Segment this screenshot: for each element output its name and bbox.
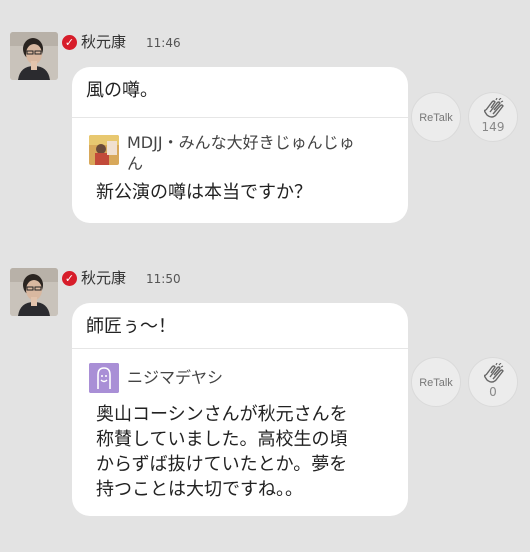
clap-button[interactable]: 0	[468, 357, 518, 407]
message-card[interactable]: 風の噂。 MDJJ・みんな大好きじゅんじゅ ん 新公演の噂は本当ですか？	[72, 67, 408, 223]
quote-avatar[interactable]	[89, 135, 119, 165]
post-time: 11:50	[146, 272, 181, 286]
retalk-button[interactable]: ReTalk	[411, 92, 461, 142]
author-name[interactable]: 秋元康	[81, 268, 126, 288]
clap-count: 149	[481, 120, 505, 134]
quote-author-name[interactable]: ニジマデヤシ	[127, 367, 223, 388]
quote-text: 新公演の噂は本当ですか？	[96, 182, 312, 203]
verified-badge-icon: ✓	[62, 271, 77, 286]
clapping-hands-icon	[483, 98, 504, 118]
message-card[interactable]: 師匠ぅ～！ ニジマデヤシ 奥山コーシンさんが秋元さんを 称賛していました。高校生…	[72, 303, 408, 516]
author-avatar[interactable]	[10, 32, 58, 80]
quote-author-name[interactable]: MDJJ・みんな大好きじゅんじゅ ん	[127, 132, 397, 174]
clap-button[interactable]: 149	[468, 92, 518, 142]
verified-badge-icon: ✓	[62, 35, 77, 50]
clap-count: 0	[489, 385, 497, 399]
author-name[interactable]: 秋元康	[81, 32, 126, 52]
quote-text: 奥山コーシンさんが秋元さんを 称賛していました。高校生の頃 からずば抜けていたと…	[96, 404, 348, 500]
message-text: 風の噂。	[86, 80, 158, 101]
message-text: 師匠ぅ～！	[86, 316, 176, 337]
quote-divider	[72, 348, 408, 349]
post-time: 11:46	[146, 36, 181, 50]
quote-divider	[72, 117, 408, 118]
retalk-button[interactable]: ReTalk	[411, 357, 461, 407]
clapping-hands-icon	[483, 363, 504, 383]
smiley-face-icon[interactable]	[89, 363, 119, 393]
author-avatar[interactable]	[10, 268, 58, 316]
